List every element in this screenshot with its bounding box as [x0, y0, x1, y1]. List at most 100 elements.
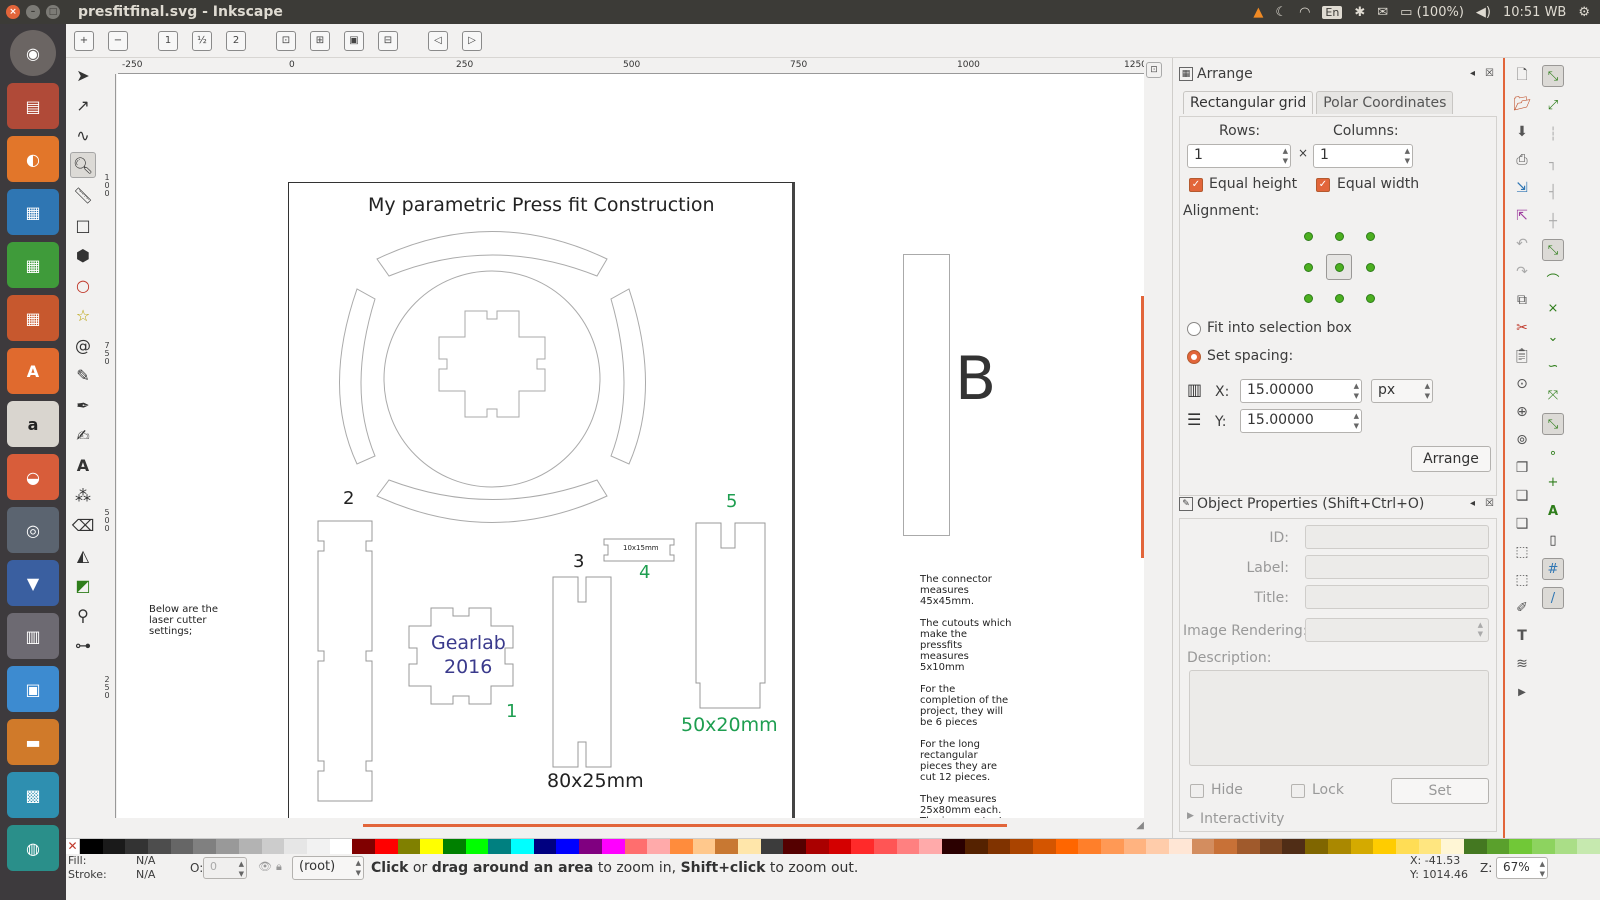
- more-commands-icon[interactable]: ▶: [1512, 682, 1532, 702]
- color-swatch[interactable]: [1327, 839, 1351, 855]
- software-center-icon[interactable]: A: [7, 348, 59, 394]
- files-icon[interactable]: ▤: [7, 83, 59, 129]
- color-swatch[interactable]: [737, 839, 761, 855]
- color-swatch[interactable]: [669, 839, 693, 855]
- color-swatch[interactable]: [1259, 839, 1283, 855]
- bluetooth-icon[interactable]: ✱: [1354, 5, 1365, 20]
- align-top-right[interactable]: [1362, 228, 1378, 244]
- snap-path-icon[interactable]: ⌒: [1542, 268, 1564, 290]
- align-bottom-center[interactable]: [1331, 290, 1347, 306]
- snap-bbox-edge-icon[interactable]: ┆: [1542, 123, 1564, 145]
- color-swatch[interactable]: [193, 839, 217, 855]
- spin-arrows-icon[interactable]: ▲ ▼: [1283, 146, 1288, 166]
- snap-nodes-icon[interactable]: ⤡: [1542, 239, 1564, 261]
- zoom-page-icon[interactable]: 1: [158, 30, 178, 51]
- spiral-tool-icon[interactable]: @: [70, 332, 96, 358]
- color-swatch[interactable]: [942, 839, 965, 855]
- color-swatch[interactable]: [1100, 839, 1124, 855]
- libreoffice-impress-icon[interactable]: ▦: [7, 295, 59, 341]
- color-swatch[interactable]: [715, 839, 738, 855]
- color-swatch[interactable]: [1010, 839, 1033, 855]
- unlink-clone-icon[interactable]: ❑: [1512, 514, 1532, 534]
- set-spacing-radio[interactable]: [1187, 350, 1201, 364]
- undo-icon[interactable]: ↶: [1512, 234, 1532, 254]
- color-swatch[interactable]: [306, 839, 330, 855]
- layers-icon[interactable]: ≋: [1512, 654, 1532, 674]
- tab-polar-coordinates[interactable]: Polar Coordinates: [1316, 91, 1454, 114]
- open-icon[interactable]: 📂︎: [1512, 94, 1532, 114]
- close-window-button[interactable]: ×: [6, 5, 20, 19]
- align-top-left[interactable]: [1300, 228, 1316, 244]
- amazon-icon[interactable]: a: [7, 401, 59, 447]
- visibility-icon[interactable]: 👁︎: [258, 860, 272, 873]
- horizontal-scrollbar[interactable]: ◢: [117, 818, 1144, 838]
- color-swatch[interactable]: [1146, 839, 1169, 855]
- spin-arrows-icon[interactable]: ▲ ▼: [1540, 859, 1545, 879]
- print-icon[interactable]: ⎙: [1512, 150, 1532, 170]
- snap-center-icon[interactable]: ∘: [1542, 442, 1564, 464]
- new-document-icon[interactable]: 🗋︎: [1512, 66, 1532, 86]
- rows-spinbox[interactable]: 1 ▲ ▼: [1187, 144, 1291, 168]
- gear-icon[interactable]: ⚙: [1578, 5, 1590, 20]
- snap-bbox-center-icon[interactable]: ┼: [1542, 210, 1564, 232]
- snap-page-icon[interactable]: ▯: [1542, 529, 1564, 551]
- vertical-ruler[interactable]: 100 750 500 250: [100, 74, 116, 818]
- color-swatch[interactable]: [828, 839, 852, 855]
- group-icon[interactable]: ⬚: [1512, 542, 1532, 562]
- copy-icon[interactable]: ⧉: [1512, 290, 1532, 310]
- app-icon-4[interactable]: ▥: [7, 613, 59, 659]
- paste-icon[interactable]: 📋︎: [1512, 346, 1532, 366]
- app-icon-3[interactable]: ▼: [7, 560, 59, 606]
- color-swatch[interactable]: [125, 839, 149, 855]
- vertical-scroll-thumb[interactable]: [1141, 296, 1144, 558]
- collapse-panel-icon[interactable]: ◂: [1470, 68, 1475, 79]
- fill-value[interactable]: N/A: [136, 854, 155, 867]
- color-swatch[interactable]: [511, 839, 534, 855]
- fit-into-selection-radio[interactable]: [1187, 322, 1201, 336]
- color-swatch[interactable]: [261, 839, 285, 855]
- ungroup-icon[interactable]: ⬚: [1512, 570, 1532, 590]
- color-swatch[interactable]: [1032, 839, 1056, 855]
- zoom-selection-icon[interactable]: ⊡: [276, 30, 296, 51]
- color-palette[interactable]: ✕: [66, 838, 1600, 855]
- snap-others-icon[interactable]: ⤡: [1542, 413, 1564, 435]
- rectangle-tool-icon[interactable]: □: [70, 212, 96, 238]
- dropper-tool-icon[interactable]: ⚲: [70, 602, 96, 628]
- snap-cusp-icon[interactable]: ⌄: [1542, 326, 1564, 348]
- color-swatch[interactable]: [1237, 839, 1260, 855]
- tall-rectangle-piece[interactable]: [903, 254, 950, 536]
- close-panel-icon[interactable]: ☒: [1485, 498, 1494, 509]
- columns-spinbox[interactable]: 1 ▲ ▼: [1313, 144, 1413, 168]
- libreoffice-writer-icon[interactable]: ▦: [7, 189, 59, 235]
- color-swatch[interactable]: [397, 839, 421, 855]
- long-rectangle-piece-2[interactable]: [312, 519, 377, 804]
- color-swatch[interactable]: [1418, 839, 1442, 855]
- color-swatch[interactable]: [1169, 839, 1192, 855]
- pen-tool-icon[interactable]: ✒: [70, 392, 96, 418]
- libreoffice-calc-icon[interactable]: ▦: [7, 242, 59, 288]
- color-swatch[interactable]: [647, 839, 670, 855]
- minus-page-icon[interactable]: −: [108, 30, 128, 51]
- color-swatch[interactable]: [964, 839, 988, 855]
- zoom-1-2-icon[interactable]: ½: [192, 30, 212, 51]
- arrange-button[interactable]: Arrange: [1411, 446, 1491, 472]
- selector-tool-icon[interactable]: ➤: [70, 62, 96, 88]
- interactivity-expander[interactable]: Interactivity: [1200, 811, 1284, 827]
- y-spacing-spinbox[interactable]: 15.00000 ▲ ▼: [1240, 409, 1362, 433]
- color-swatch[interactable]: [1123, 839, 1147, 855]
- keyboard-language-indicator[interactable]: En: [1322, 5, 1343, 19]
- color-swatch[interactable]: [760, 839, 784, 855]
- import-icon[interactable]: ⇲: [1512, 178, 1532, 198]
- color-swatch[interactable]: [1078, 839, 1101, 855]
- app-icon-2[interactable]: ◎: [7, 507, 59, 553]
- color-swatch[interactable]: [238, 839, 262, 855]
- gradient-tool-icon[interactable]: ◩: [70, 572, 96, 598]
- battery-indicator[interactable]: ▭ (100%): [1400, 5, 1464, 20]
- color-swatch[interactable]: [216, 839, 239, 855]
- color-swatch[interactable]: [1463, 839, 1487, 855]
- save-icon[interactable]: ⬇: [1512, 122, 1532, 142]
- color-swatch[interactable]: [352, 839, 375, 855]
- volume-icon[interactable]: ◀): [1476, 5, 1491, 20]
- app-icon-6[interactable]: ▬: [7, 719, 59, 765]
- app-icon-5[interactable]: ▣: [7, 666, 59, 712]
